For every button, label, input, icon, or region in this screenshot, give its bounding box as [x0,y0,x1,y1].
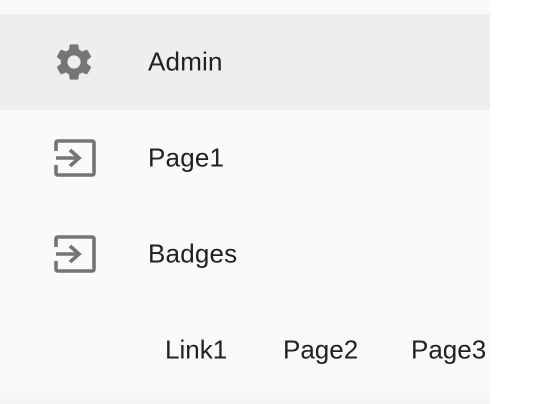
drawer-top-spacer [0,0,490,14]
nav-item-page1[interactable]: Page1 [0,110,490,206]
link-page2[interactable]: Page2 [283,335,358,366]
nav-item-label: Admin [148,46,223,77]
navigation-drawer: Admin Page1 Badges Link1 Page2 Page3 [0,0,490,404]
gear-icon [51,39,97,85]
login-icon [51,135,97,181]
drawer-links-row: Link1 Page2 Page3 [0,302,490,398]
login-icon [51,231,97,277]
nav-item-label: Badges [148,238,238,269]
nav-item-badges[interactable]: Badges [0,206,490,302]
link-page3[interactable]: Page3 [411,335,486,366]
nav-item-admin[interactable]: Admin [0,14,490,110]
nav-item-label: Page1 [148,142,225,173]
page: Admin Page1 Badges Link1 Page2 Page3 [0,0,554,404]
link-link1[interactable]: Link1 [165,335,227,366]
